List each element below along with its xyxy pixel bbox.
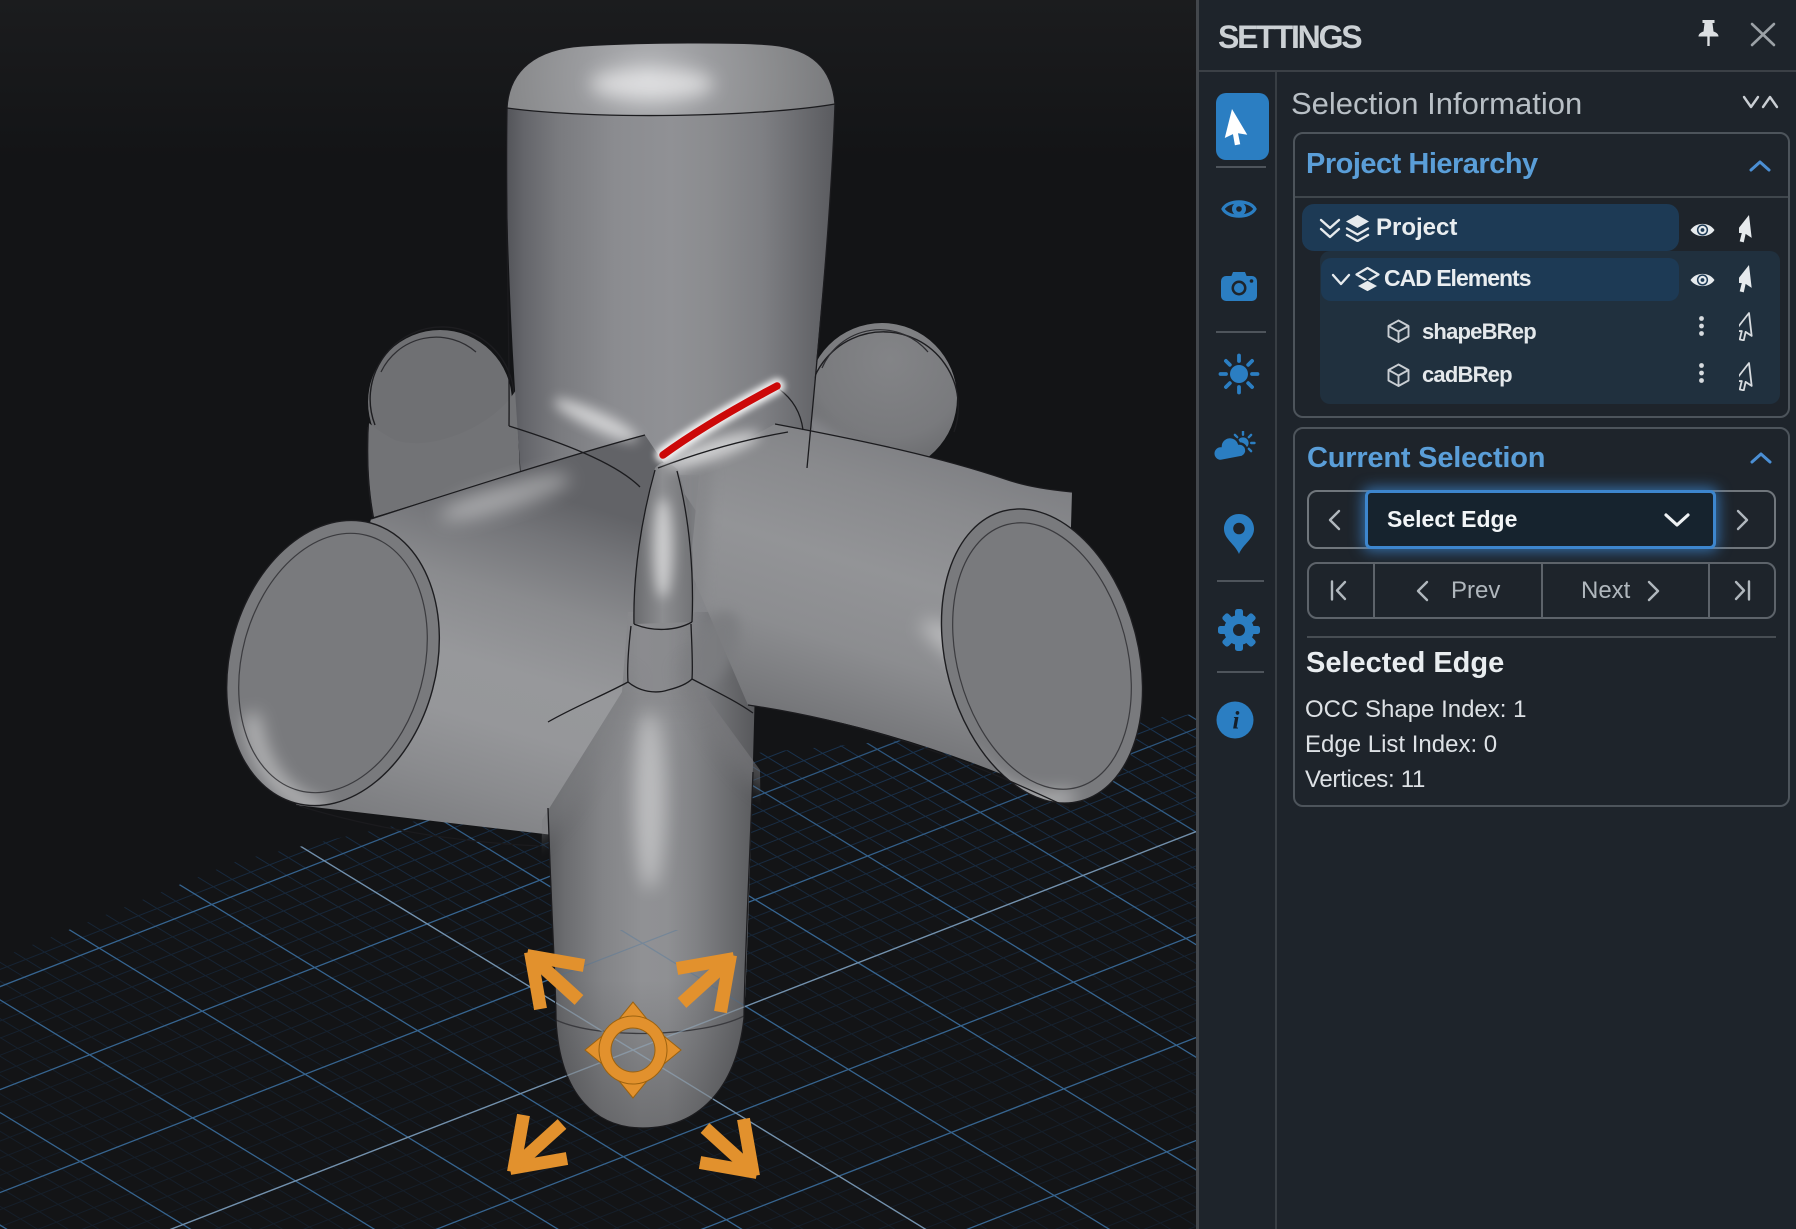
svg-text:i: i [1233, 708, 1240, 735]
